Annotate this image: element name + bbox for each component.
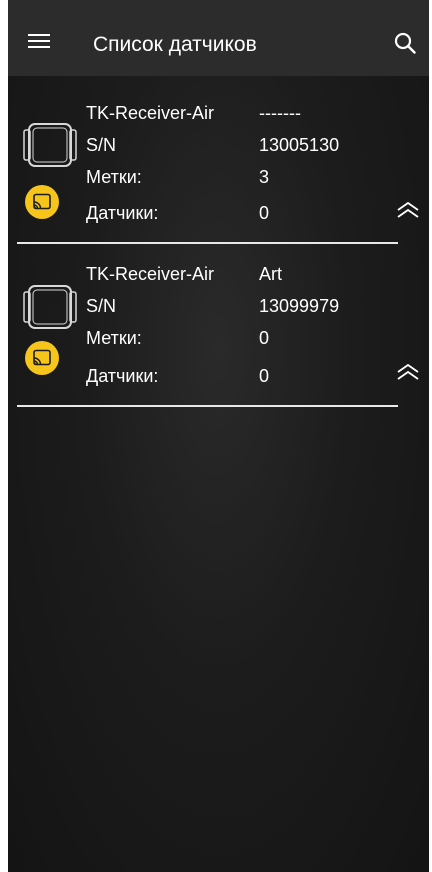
serial-number-label: S/N bbox=[86, 135, 117, 155]
tags-count: 0 bbox=[259, 328, 270, 348]
hamburger-menu-icon[interactable] bbox=[28, 34, 50, 48]
receiver-model: TK-Receiver-Air bbox=[86, 264, 215, 284]
cast-icon[interactable] bbox=[25, 185, 59, 219]
tags-label: Метки: bbox=[86, 328, 142, 348]
cast-icon[interactable] bbox=[25, 341, 59, 375]
receiver-list-item[interactable]: TK-Receiver-Air Art S/N 13099979 Метки: … bbox=[8, 240, 429, 405]
receiver-name: Art bbox=[259, 264, 283, 284]
receiver-device-icon bbox=[23, 285, 77, 329]
app-screen: Список датчиков TK-Receiver-Air ------- … bbox=[8, 0, 429, 872]
search-icon[interactable] bbox=[394, 32, 416, 54]
page-title: Список датчиков bbox=[93, 33, 257, 56]
receiver-name: ------- bbox=[259, 103, 301, 123]
sensors-label: Датчики: bbox=[86, 203, 159, 223]
chevron-double-up-icon[interactable] bbox=[396, 200, 420, 220]
sensors-count: 0 bbox=[259, 366, 270, 386]
list-divider bbox=[17, 405, 398, 407]
app-bar: Список датчиков bbox=[8, 0, 429, 76]
chevron-double-up-icon[interactable] bbox=[396, 362, 420, 382]
receiver-list-item[interactable]: TK-Receiver-Air ------- S/N 13005130 Мет… bbox=[8, 78, 429, 243]
receiver-model: TK-Receiver-Air bbox=[86, 103, 215, 123]
serial-number-value: 13005130 bbox=[259, 135, 340, 155]
tags-count: 3 bbox=[259, 167, 270, 187]
tags-label: Метки: bbox=[86, 167, 142, 187]
serial-number-label: S/N bbox=[86, 296, 117, 316]
sensors-label: Датчики: bbox=[86, 366, 159, 386]
receiver-device-icon bbox=[23, 123, 77, 167]
serial-number-value: 13099979 bbox=[259, 296, 340, 316]
sensors-count: 0 bbox=[259, 203, 270, 223]
